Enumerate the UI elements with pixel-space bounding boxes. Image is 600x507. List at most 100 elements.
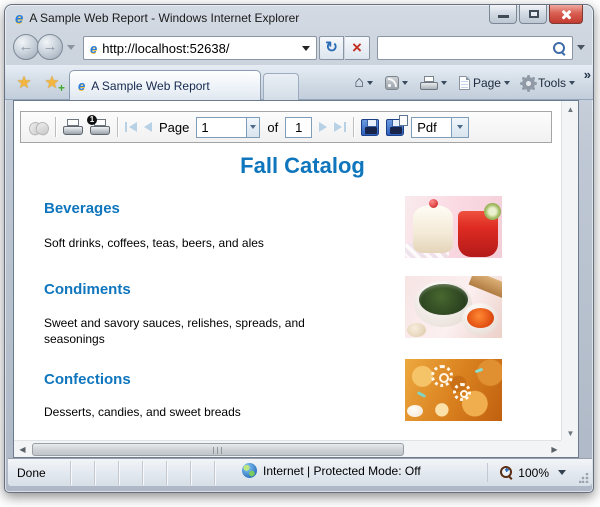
add-favorite-button[interactable]: ★+ <box>39 71 65 95</box>
address-bar: ← → e ↻ × <box>5 31 593 65</box>
zoom-magnifier-icon <box>500 466 513 479</box>
export-format-value: Pdf <box>412 118 451 137</box>
statusbar-cell <box>214 461 238 485</box>
close-button[interactable] <box>549 5 583 24</box>
status-text: Done <box>17 466 46 480</box>
export-format-combo: Pdf <box>411 117 469 138</box>
page-number-combo <box>196 117 260 138</box>
last-page-button[interactable] <box>334 122 346 132</box>
minimize-button[interactable] <box>489 5 517 24</box>
active-tab[interactable]: e A Sample Web Report <box>69 70 261 100</box>
scrollbar-corner <box>561 440 578 457</box>
maximize-icon <box>529 10 539 18</box>
print-report-button[interactable] <box>63 119 83 136</box>
statusbar-cell <box>142 461 166 485</box>
print-caret-icon[interactable] <box>441 81 447 85</box>
search-input[interactable] <box>378 41 553 55</box>
command-bar: ⌂ Page Tools <box>350 70 579 96</box>
tab-title: A Sample Web Report <box>91 79 210 93</box>
report-title: Fall Catalog <box>14 153 563 179</box>
page-number-input[interactable] <box>197 118 246 137</box>
tab-bar: ★ ★+ e A Sample Web Report ⌂ <box>5 65 593 100</box>
section-heading-beverages: Beverages <box>44 200 120 217</box>
search-icon[interactable] <box>553 42 566 55</box>
url-box: e <box>83 36 317 60</box>
title-bar[interactable]: e A Sample Web Report - Windows Internet… <box>5 5 593 31</box>
resize-grip[interactable] <box>579 473 589 483</box>
more-toolbar-chevron-icon[interactable]: » <box>584 67 591 82</box>
print-page-badge: 1 <box>87 115 97 125</box>
horizontal-scrollbar-thumb[interactable] <box>32 443 404 456</box>
status-bar: Done Internet | Protected Mode: Off 100% <box>8 458 592 486</box>
tools-caret-icon <box>569 81 575 85</box>
horizontal-scrollbar[interactable]: ◀ ▶ <box>14 440 563 457</box>
export-save-button[interactable] <box>361 119 379 136</box>
url-input[interactable] <box>102 41 302 56</box>
next-page-button[interactable] <box>319 122 327 132</box>
add-plus-icon: + <box>58 83 65 93</box>
page-icon <box>459 76 470 90</box>
feeds-button[interactable] <box>381 73 412 93</box>
url-dropdown-caret-icon[interactable] <box>302 46 310 51</box>
export-format-dropdown-button[interactable] <box>451 118 468 137</box>
toolbar-separator <box>353 117 354 137</box>
maximize-button[interactable] <box>519 5 547 24</box>
print-button[interactable] <box>416 73 451 93</box>
previous-page-icon <box>144 122 152 132</box>
statusbar-cell <box>70 461 94 485</box>
condiments-photo <box>405 276 502 338</box>
security-zone: Internet | Protected Mode: Off <box>242 463 421 478</box>
vertical-scrollbar[interactable]: ▲ ▼ <box>561 101 578 442</box>
scroll-left-button[interactable]: ◀ <box>14 441 31 458</box>
print-page-button[interactable]: 1 <box>90 119 110 136</box>
recent-pages-dropdown[interactable] <box>67 45 75 50</box>
tools-menu-label: Tools <box>538 76 566 90</box>
section-heading-condiments: Condiments <box>44 281 131 298</box>
page: e A Sample Web Report - Windows Internet… <box>0 0 600 507</box>
new-tab-stub[interactable] <box>263 73 299 100</box>
section-heading-confections: Confections <box>44 371 131 388</box>
total-pages-box: 1 <box>285 117 312 138</box>
scrollbar-grip-icon <box>213 447 223 454</box>
home-button[interactable]: ⌂ <box>350 72 377 94</box>
of-label: of <box>267 120 278 135</box>
statusbar-cell <box>190 461 214 485</box>
page-number-dropdown-button[interactable] <box>246 118 259 137</box>
home-icon: ⌂ <box>354 75 364 91</box>
section-description: Desserts, candies, and sweet breads <box>44 404 364 420</box>
page-menu-button[interactable]: Page <box>455 73 514 93</box>
home-caret-icon[interactable] <box>367 81 373 85</box>
internet-globe-icon <box>242 463 257 478</box>
refresh-icon: ↻ <box>325 39 338 56</box>
security-zone-text: Internet | Protected Mode: Off <box>263 464 421 478</box>
zoom-control[interactable]: 100% <box>487 463 566 482</box>
beverages-photo <box>405 196 502 258</box>
page-caret-icon <box>504 81 510 85</box>
page-menu-label: Page <box>473 76 501 90</box>
back-button[interactable]: ← <box>13 34 39 60</box>
section-description: Soft drinks, coffees, teas, beers, and a… <box>44 235 364 251</box>
export-open-button[interactable] <box>386 119 404 136</box>
confections-photo <box>405 359 502 421</box>
browser-viewport: 1 Page of 1 Pdf <box>13 100 579 458</box>
search-box <box>377 36 573 60</box>
report-search-button[interactable] <box>29 121 48 134</box>
forward-button[interactable]: → <box>37 34 63 60</box>
previous-page-button[interactable] <box>144 122 152 132</box>
statusbar-cells <box>70 461 238 485</box>
window-controls <box>489 5 583 24</box>
minimize-icon <box>498 15 509 18</box>
favorites-button[interactable]: ★ <box>11 71 37 95</box>
browser-window: e A Sample Web Report - Windows Internet… <box>4 4 594 493</box>
search-options-caret-icon[interactable] <box>577 45 585 50</box>
first-page-button[interactable] <box>125 122 137 132</box>
feeds-caret-icon[interactable] <box>402 81 408 85</box>
refresh-button[interactable]: ↻ <box>319 36 344 60</box>
report-toolbar: 1 Page of 1 Pdf <box>20 111 552 143</box>
scroll-up-button[interactable]: ▲ <box>562 101 579 118</box>
window-title: A Sample Web Report - Windows Internet E… <box>29 11 299 25</box>
last-page-icon <box>334 122 342 132</box>
zoom-caret-icon[interactable] <box>558 470 566 475</box>
tools-menu-button[interactable]: Tools <box>518 73 579 93</box>
stop-button[interactable]: × <box>345 36 370 60</box>
